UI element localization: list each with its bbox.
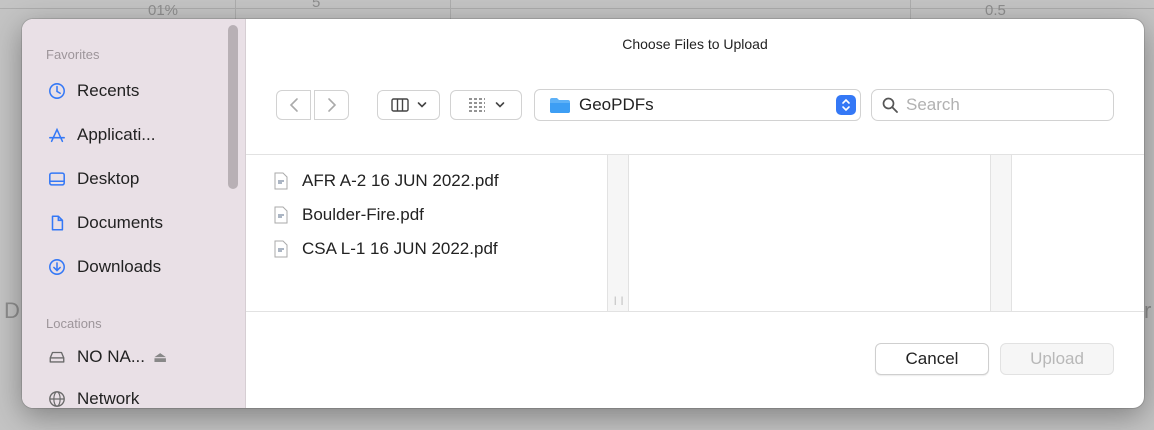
bg-gridline	[910, 0, 911, 20]
file-upload-dialog: Favorites Recents Applicati... Desktop D…	[22, 19, 1144, 408]
desktop-icon	[46, 168, 68, 190]
upload-button[interactable]: Upload	[1000, 343, 1114, 375]
bg-label: 01%	[148, 2, 179, 19]
favorites-heading: Favorites	[46, 47, 100, 62]
current-folder-label: GeoPDFs	[579, 95, 654, 114]
columns-view-icon	[390, 98, 409, 112]
sidebar: Favorites Recents Applicati... Desktop D…	[22, 19, 246, 408]
bg-label: r	[1144, 298, 1152, 323]
file-item[interactable]: CSA L-1 16 JUN 2022.pdf	[274, 237, 498, 261]
folder-icon	[550, 98, 570, 113]
file-name: AFR A-2 16 JUN 2022.pdf	[302, 171, 499, 190]
cancel-button[interactable]: Cancel	[875, 343, 989, 375]
sidebar-item-documents[interactable]: Documents	[46, 208, 226, 238]
eject-icon[interactable]: ⏏	[153, 348, 167, 366]
locations-heading: Locations	[46, 316, 102, 331]
pdf-file-icon	[274, 240, 288, 258]
chevron-down-icon	[417, 102, 426, 108]
file-name: Boulder-Fire.pdf	[302, 205, 424, 224]
sidebar-item-label: Desktop	[77, 169, 140, 188]
clock-icon	[46, 80, 68, 102]
sidebar-item-recents[interactable]: Recents	[46, 76, 226, 106]
applications-icon	[46, 124, 68, 146]
file-name: CSA L-1 16 JUN 2022.pdf	[302, 239, 498, 258]
column-resize-area[interactable]	[991, 155, 1011, 311]
view-mode-button[interactable]	[377, 90, 440, 120]
column-divider	[628, 155, 629, 311]
column-resize-area[interactable]	[608, 155, 628, 311]
sidebar-item-label: Recents	[77, 81, 140, 100]
search-icon	[882, 97, 898, 113]
column-browser: | | AFR A-2 16 JUN 2022.pdf Boulder-Fire…	[246, 154, 1144, 312]
search-input[interactable]	[906, 95, 1096, 115]
sidebar-item-drive[interactable]: NO NA... ⏏	[46, 342, 226, 372]
download-icon	[46, 256, 68, 278]
file-item[interactable]: AFR A-2 16 JUN 2022.pdf	[274, 169, 499, 193]
bg-label: 0.5	[985, 2, 1006, 19]
network-icon	[46, 388, 68, 408]
sidebar-item-desktop[interactable]: Desktop	[46, 164, 226, 194]
bg-gridline	[450, 0, 451, 20]
group-button[interactable]	[450, 90, 522, 120]
chevron-right-icon	[327, 98, 336, 112]
grid-icon	[469, 98, 485, 112]
sidebar-item-label: Network	[77, 389, 140, 408]
search-field[interactable]	[871, 89, 1114, 121]
chevron-down-icon	[495, 102, 505, 108]
sidebar-item-label: Downloads	[77, 257, 162, 276]
file-item[interactable]: Boulder-Fire.pdf	[274, 203, 424, 227]
sidebar-item-applications[interactable]: Applicati...	[46, 120, 226, 150]
forward-button[interactable]	[314, 90, 349, 120]
sidebar-scrollbar[interactable]	[228, 25, 238, 189]
column-resize-grip[interactable]: | |	[614, 295, 624, 305]
pdf-file-icon	[274, 172, 288, 190]
document-icon	[46, 212, 68, 234]
sidebar-item-label: NO NA...	[77, 347, 146, 366]
up-down-arrows-icon	[836, 95, 856, 115]
back-button[interactable]	[276, 90, 311, 120]
dialog-title: Choose Files to Upload	[622, 36, 768, 52]
folder-path-popup[interactable]: GeoPDFs	[534, 89, 861, 121]
chevron-left-icon	[289, 98, 298, 112]
column-divider	[1011, 155, 1012, 311]
sidebar-item-label: Documents	[77, 213, 163, 232]
pdf-file-icon	[274, 206, 288, 224]
bg-label: 5	[312, 0, 321, 11]
drive-icon	[46, 346, 68, 368]
sidebar-item-downloads[interactable]: Downloads	[46, 252, 226, 282]
sidebar-item-network[interactable]: Network	[46, 384, 226, 408]
bg-label: D	[4, 298, 20, 323]
bg-gridline	[235, 0, 236, 20]
sidebar-item-label: Applicati...	[77, 125, 156, 144]
